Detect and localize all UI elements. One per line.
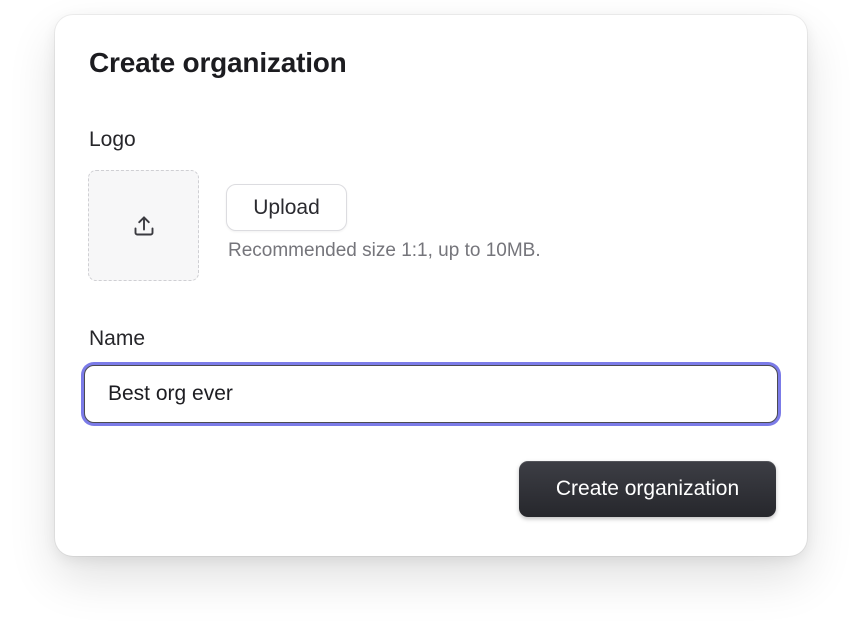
logo-size-hint: Recommended size 1:1, up to 10MB. (228, 240, 541, 261)
upload-icon (134, 215, 153, 235)
name-input[interactable] (84, 365, 778, 423)
create-organization-button[interactable]: Create organization (519, 461, 776, 517)
name-label: Name (89, 327, 146, 350)
create-organization-dialog: Create organization Logo Upload Recommen… (55, 15, 807, 556)
logo-dropzone[interactable] (88, 170, 199, 281)
dialog-title: Create organization (89, 47, 347, 78)
logo-label: Logo (89, 128, 136, 151)
upload-button[interactable]: Upload (226, 184, 347, 231)
